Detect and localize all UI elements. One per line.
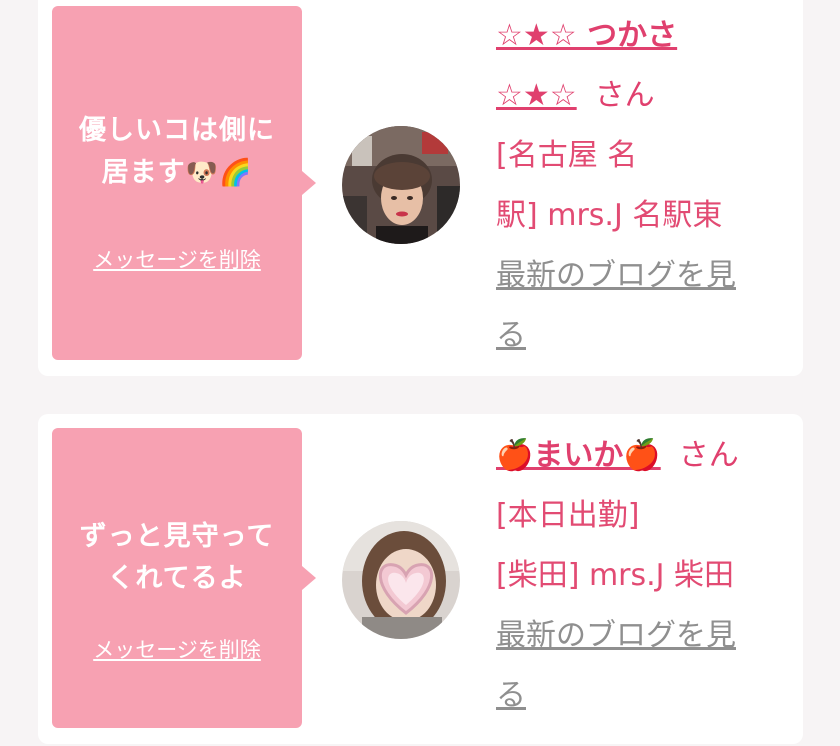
delete-message-link[interactable]: メッセージを削除 bbox=[52, 634, 302, 664]
cast-name-link[interactable]: ☆★☆ つかさ bbox=[496, 6, 793, 66]
work-status: [本日出勤] bbox=[496, 498, 640, 533]
shop-location: [柴田] mrs.J 柴田 bbox=[496, 558, 735, 593]
cast-info: 🍎まいか🍎 さん [本日出勤] [柴田] mrs.J 柴田 最新のブログを見 る bbox=[496, 426, 793, 726]
delete-message-link[interactable]: メッセージを削除 bbox=[52, 244, 302, 274]
honorific: さん bbox=[678, 438, 739, 473]
latest-blog-link[interactable]: 最新のブログを見 る bbox=[496, 606, 793, 726]
message-bubble: 優しいコは側に 居ます🐶🌈 メッセージを削除 bbox=[52, 6, 316, 360]
message-bubble: ずっと見守って くれてるよ メッセージを削除 bbox=[52, 428, 316, 728]
latest-blog-link[interactable]: 最新のブログを見 る bbox=[496, 246, 793, 366]
shop-location-continued: 駅] mrs.J 名駅東 bbox=[496, 198, 723, 233]
message-text: 優しいコは側に 居ます🐶🌈 bbox=[79, 115, 275, 188]
dog-rainbow-emoji: 🐶🌈 bbox=[185, 158, 253, 188]
honorific: さん bbox=[594, 78, 655, 113]
message-card: ずっと見守って くれてるよ メッセージを削除 🍎まいか🍎 さん [本日出勤] [柴… bbox=[38, 414, 803, 744]
cast-name-link-continued[interactable]: ☆★☆ bbox=[496, 78, 577, 113]
message-card: 優しいコは側に 居ます🐶🌈 メッセージを削除 ☆★☆ つかさ ☆★☆ さん [名… bbox=[38, 0, 803, 376]
message-text: ずっと見守って くれてるよ bbox=[79, 521, 275, 594]
shop-location: [名古屋 名 bbox=[496, 138, 638, 173]
cast-name-link[interactable]: 🍎まいか🍎 bbox=[496, 438, 661, 473]
avatar[interactable] bbox=[342, 126, 460, 244]
cast-info: ☆★☆ つかさ ☆★☆ さん [名古屋 名 駅] mrs.J 名駅東 最新のブログ… bbox=[496, 6, 793, 366]
avatar[interactable] bbox=[342, 521, 460, 639]
